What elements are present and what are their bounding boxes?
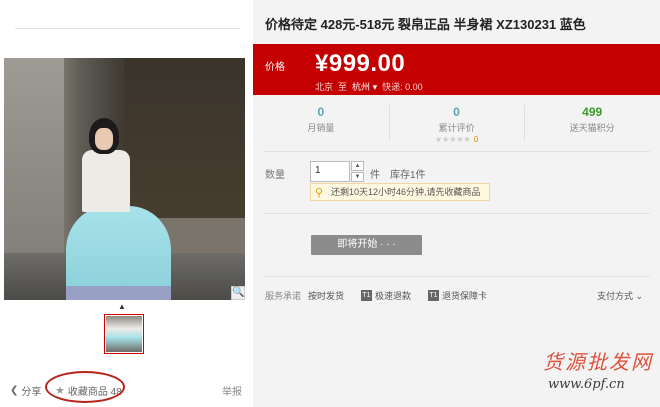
service-label: 服务承诺	[265, 291, 302, 301]
stat-label: 累计评价	[438, 123, 475, 133]
magnifier-icon[interactable]: 🔍	[231, 286, 245, 300]
stars-icon: ★★★★★	[434, 135, 471, 144]
share-icon: ❮	[10, 385, 19, 396]
watermark-logo: 货源批发网	[543, 350, 653, 374]
quantity-unit: 件	[370, 170, 380, 181]
service-return-card[interactable]: T1 退货保障卡	[428, 289, 487, 302]
service-on-time-shipping[interactable]: 按时发货	[308, 289, 344, 302]
share-link[interactable]: ❮ 分享	[10, 383, 41, 398]
coming-soon-button[interactable]: 即将开始 · · ·	[311, 235, 422, 255]
stat-label: 送天猫积分	[569, 123, 615, 133]
rating-stars: ★★★★★ 0	[389, 135, 525, 144]
ship-to-word: 至	[338, 82, 348, 92]
ship-city-label: 杭州	[352, 82, 371, 92]
photo-skirt-band	[66, 286, 171, 300]
stat-monthly-sales: 0 月销量	[253, 103, 389, 145]
countdown-text: 还剩10天12小时46分钟,请先收藏商品	[331, 187, 481, 197]
stat-value: 0	[317, 105, 325, 119]
payment-methods-dropdown[interactable]: 支付方式 ⌄	[597, 289, 643, 302]
photo-torso	[82, 150, 130, 212]
lightbulb-icon: ⚲	[315, 187, 324, 199]
divider	[263, 151, 650, 152]
quantity-label: 数量	[265, 170, 285, 181]
service-text: 按时发货	[308, 291, 345, 301]
countdown-notice: ⚲ 还剩10天12小时46分钟,请先收藏商品	[310, 183, 490, 201]
share-label: 分享	[21, 387, 42, 398]
ship-from: 北京	[315, 82, 334, 92]
stat-reviews[interactable]: 0 累计评价 ★★★★★ 0	[388, 103, 525, 145]
stat-value: 499	[582, 105, 603, 119]
quantity-increase-button[interactable]: ▲	[351, 161, 364, 171]
stat-points: 499 送天猫积分	[524, 103, 660, 145]
price-label: 价格	[265, 62, 285, 73]
service-text: 极速退款	[375, 291, 412, 301]
divider	[263, 213, 650, 214]
thumbnail-image[interactable]	[104, 314, 144, 354]
chevron-up-icon[interactable]: ▲	[118, 302, 126, 311]
service-commitments: 服务承诺 按时发货 T1 极速退款 T1 退货保障卡 支付方式 ⌄	[265, 289, 655, 303]
ship-fee: 快递: 0.00	[382, 82, 423, 92]
main-product-photo[interactable]	[4, 58, 245, 300]
gallery-column: 🔍 ▲ ❮ 分享 ★ 收藏商品 48 举报	[0, 0, 250, 407]
tmall-badge-icon: T1	[361, 290, 372, 301]
ship-city-select[interactable]: 杭州 ▾	[352, 80, 377, 93]
quantity-decrease-button[interactable]: ▼	[351, 172, 364, 182]
price-value: ¥999.00	[315, 50, 406, 77]
stats-row: 0 月销量 0 累计评价 ★★★★★ 0 499 送天猫积分	[253, 103, 660, 145]
chevron-down-icon: ▾	[372, 82, 378, 92]
rating-score: 0	[473, 135, 479, 144]
service-text: 退货保障卡	[442, 291, 488, 301]
thumbnail-preview	[106, 316, 142, 352]
watermark-url: www.6pf.cn	[548, 377, 625, 392]
stat-label: 月销量	[307, 123, 335, 133]
price-panel: 价格 ¥999.00 北京 至 杭州 ▾ 快递: 0.00	[253, 44, 660, 95]
divider	[263, 276, 650, 277]
stock-count: 库存1件	[390, 170, 426, 181]
tmall-badge-icon: T1	[428, 290, 439, 301]
divider	[15, 28, 240, 29]
quantity-input[interactable]: 1	[310, 161, 350, 182]
stat-value: 0	[453, 105, 460, 119]
product-title: 价格待定 428元-518元 裂帛正品 半身裙 XZ130231 蓝色	[265, 17, 586, 32]
shipping-info: 北京 至 杭州 ▾ 快递: 0.00	[315, 80, 423, 93]
highlight-circle	[45, 371, 125, 403]
report-link[interactable]: 举报	[222, 383, 242, 398]
service-fast-refund[interactable]: T1 极速退款	[361, 289, 411, 302]
photo-face	[95, 128, 113, 150]
